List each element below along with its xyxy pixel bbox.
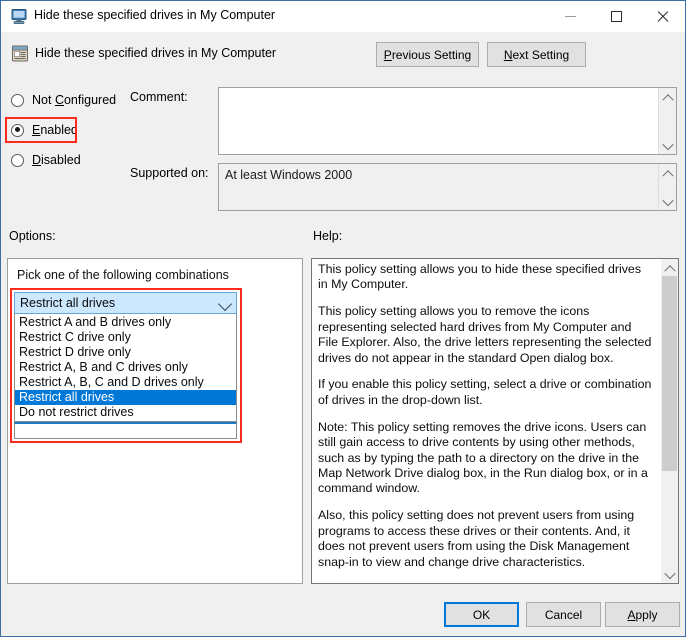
drive-restriction-dropdown-list[interactable]: Restrict A and B drives only Restrict C …: [14, 314, 237, 422]
supported-on-field: At least Windows 2000: [218, 163, 677, 211]
cancel-button[interactable]: Cancel: [526, 602, 601, 627]
maximize-icon: [610, 10, 622, 22]
dropdown-item[interactable]: Restrict A and B drives only: [15, 315, 236, 330]
title-bar: Hide these specified drives in My Comput…: [1, 1, 685, 33]
dialog-body: Not Configured Enabled Disabled Comment:…: [1, 77, 685, 636]
supported-on-label: Supported on:: [130, 166, 209, 180]
window-title: Hide these specified drives in My Comput…: [34, 8, 276, 22]
policy-setting-icon: [11, 44, 29, 63]
ok-button[interactable]: OK: [444, 602, 519, 627]
dropdown-item[interactable]: Restrict A, B and C drives only: [15, 360, 236, 375]
comment-label: Comment:: [130, 90, 188, 104]
help-panel: This policy setting allows you to hide t…: [311, 258, 679, 584]
help-paragraph: If you enable this policy setting, selec…: [318, 377, 652, 407]
previous-setting-button[interactable]: Previous Setting: [376, 42, 479, 67]
dialog-footer: OK Cancel Apply: [1, 590, 685, 636]
dialog-header: Hide these specified drives in My Comput…: [1, 32, 685, 78]
ok-label: OK: [472, 607, 491, 622]
policy-title: Hide these specified drives in My Comput…: [35, 46, 277, 60]
help-paragraph: Also, this policy setting does not preve…: [318, 508, 635, 569]
dropdown-bottom-edge: [14, 422, 237, 439]
apply-label: Apply: [627, 607, 658, 622]
options-panel: Pick one of the following combinations R…: [7, 258, 303, 584]
scroll-up-icon[interactable]: [659, 88, 676, 105]
minimize-icon: [564, 16, 576, 17]
apply-button[interactable]: Apply: [605, 602, 680, 627]
dropdown-item[interactable]: Restrict C drive only: [15, 330, 236, 345]
help-text: This policy setting allows you to hide t…: [318, 262, 653, 580]
drive-restriction-combobox[interactable]: Restrict all drives: [14, 292, 237, 314]
computer-icon: [10, 8, 28, 25]
radio-label-disabled: Disabled: [32, 153, 81, 167]
options-label: Options:: [9, 229, 56, 243]
chevron-down-icon: [217, 296, 233, 312]
dropdown-item[interactable]: Restrict A, B, C and D drives only: [15, 375, 236, 390]
radio-label-not-configured: Not Configured: [32, 93, 117, 107]
dropdown-item-selected[interactable]: Restrict all drives: [15, 390, 236, 405]
help-paragraph: Note: This policy setting removes the dr…: [318, 419, 648, 496]
supported-on-value: At least Windows 2000: [225, 168, 353, 182]
comment-input[interactable]: [218, 87, 677, 155]
supported-on-scrollbar[interactable]: [658, 164, 676, 210]
scroll-down-icon[interactable]: [661, 566, 678, 583]
radio-disabled[interactable]: Disabled: [11, 151, 81, 169]
help-label: Help:: [313, 229, 343, 243]
scrollbar-thumb[interactable]: [662, 276, 677, 471]
radio-not-configured[interactable]: Not Configured: [11, 91, 116, 109]
dropdown-item[interactable]: Restrict D drive only: [15, 345, 236, 360]
radio-circle-not-configured: [11, 93, 24, 107]
close-button[interactable]: [639, 1, 685, 31]
scroll-up-icon[interactable]: [659, 164, 676, 181]
radio-enabled[interactable]: Enabled: [11, 121, 78, 139]
radio-circle-disabled: [11, 153, 24, 167]
radio-circle-enabled: [11, 123, 24, 137]
minimize-button[interactable]: [547, 1, 593, 31]
next-setting-label: Next Setting: [503, 47, 570, 62]
comment-scrollbar[interactable]: [658, 88, 676, 154]
scroll-up-icon[interactable]: [661, 259, 678, 276]
help-paragraph: This policy setting allows you to remove…: [318, 304, 652, 365]
next-setting-button[interactable]: Next Setting: [487, 42, 586, 67]
cancel-label: Cancel: [544, 607, 583, 622]
previous-setting-label: Previous Setting: [383, 47, 472, 62]
close-icon: [656, 10, 669, 23]
scroll-down-icon[interactable]: [659, 137, 676, 154]
policy-setting-dialog: Hide these specified drives in My Comput…: [0, 0, 686, 637]
scroll-down-icon[interactable]: [659, 193, 676, 210]
help-scrollbar[interactable]: [661, 259, 678, 583]
combobox-selected-value: Restrict all drives: [20, 296, 116, 310]
help-paragraph: This policy setting allows you to hide t…: [318, 262, 642, 292]
maximize-button[interactable]: [593, 1, 639, 31]
radio-label-enabled: Enabled: [32, 123, 78, 137]
dropdown-item[interactable]: Do not restrict drives: [15, 405, 236, 420]
pick-combination-label: Pick one of the following combinations: [17, 268, 229, 282]
